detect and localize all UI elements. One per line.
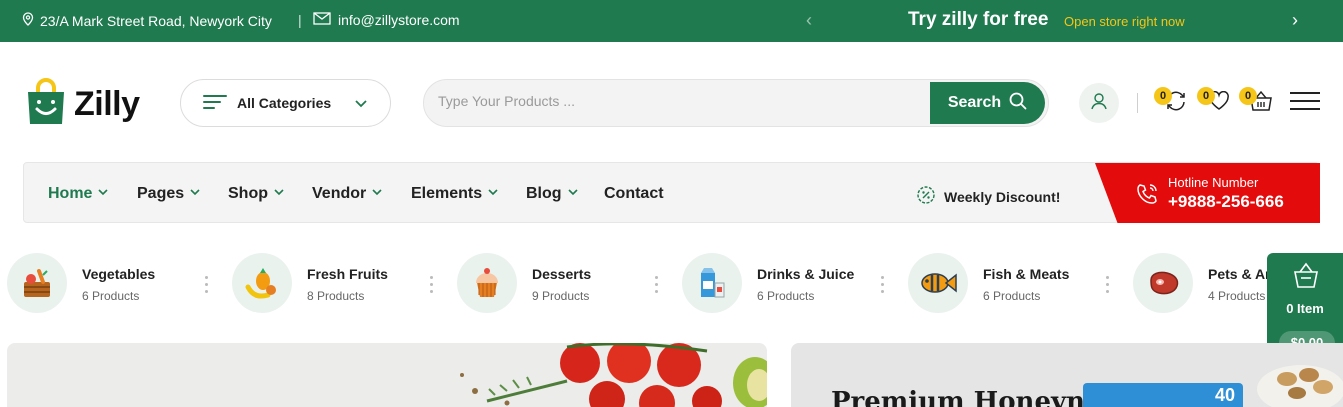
nuts-illustration: [1257, 365, 1343, 407]
promo-link[interactable]: Open store right now: [1064, 14, 1185, 29]
category-count: 8 Products: [307, 289, 365, 303]
menu-lines-icon: [203, 94, 227, 113]
category-count: 6 Products: [983, 289, 1041, 303]
nav-contact[interactable]: Contact: [604, 185, 664, 203]
chevron-down-icon: [273, 185, 285, 203]
category-divider: [429, 276, 433, 296]
shopping-bag-logo-icon: [24, 78, 68, 131]
cart-count-badge: 0: [1239, 87, 1257, 105]
wishlist-count-badge: 0: [1197, 87, 1215, 105]
category-divider: [204, 276, 208, 296]
promo-title: Try zilly for free: [908, 9, 1049, 30]
nav-shop[interactable]: Shop: [228, 185, 285, 203]
hero-banner-honeynuts[interactable]: Premium Honeynuts 40: [791, 343, 1343, 407]
category-name: Fish & Meats: [983, 266, 1070, 282]
nav-shop-label: Shop: [228, 185, 268, 202]
pack-badge: 40: [1214, 385, 1235, 405]
dessert-icon: [457, 253, 517, 313]
category-pets-animals[interactable]: Pets & Animals 4 Products: [1133, 253, 1267, 313]
chevron-down-icon: [487, 185, 499, 203]
basket-icon: [1293, 261, 1319, 294]
hotline-block[interactable]: Hotline Number +9888-256-666: [1095, 163, 1320, 223]
search-button-label: Search: [947, 94, 1002, 111]
category-count: 4 Products: [1208, 289, 1266, 303]
nav-vendor[interactable]: Vendor: [312, 185, 383, 203]
discount-badge-icon: [916, 185, 936, 208]
category-fish-meats[interactable]: Fish & Meats 6 Products: [908, 253, 1108, 313]
category-divider: [654, 276, 658, 296]
top-bar: 23/A Mark Street Road, Newyork City | in…: [0, 0, 1343, 42]
category-name: Pets & Animals: [1208, 266, 1267, 282]
drinks-icon: [682, 253, 742, 313]
category-count: 6 Products: [82, 289, 140, 303]
category-name: Desserts: [532, 266, 592, 282]
account-button[interactable]: [1079, 83, 1119, 123]
hotline-number[interactable]: +9888-256-666: [1168, 192, 1284, 212]
address-info: 23/A Mark Street Road, Newyork City: [22, 12, 272, 29]
search-bar: Search: [423, 79, 1049, 127]
hero-banner-vegetables[interactable]: [7, 343, 767, 407]
header-divider: [1137, 93, 1138, 113]
category-name: Vegetables: [82, 266, 156, 282]
vegetables-icon: [7, 253, 67, 313]
nav-home-label: Home: [48, 185, 93, 202]
all-categories-button[interactable]: All Categories: [180, 79, 391, 127]
email-info[interactable]: info@zillystore.com: [313, 12, 460, 28]
category-drinks-juice[interactable]: Drinks & Juice 6 Products: [682, 253, 882, 313]
category-name: Drinks & Juice: [757, 266, 855, 282]
user-icon: [1090, 92, 1108, 115]
hotline-label: Hotline Number: [1168, 175, 1259, 190]
logo[interactable]: Zilly: [24, 78, 140, 131]
chevron-down-icon: [97, 185, 109, 203]
nav-vendor-label: Vendor: [312, 185, 367, 202]
category-fresh-fruits[interactable]: Fresh Fruits 8 Products: [232, 253, 432, 313]
tomato-illustration: [460, 343, 767, 407]
search-icon: [1009, 92, 1027, 115]
hamburger-menu-icon[interactable]: [1290, 92, 1320, 112]
topbar-separator: |: [298, 12, 302, 28]
mail-icon: [313, 12, 331, 28]
category-count: 6 Products: [757, 289, 815, 303]
fish-icon: [908, 253, 968, 313]
category-vegetables[interactable]: Vegetables 6 Products: [7, 253, 207, 313]
address-text: 23/A Mark Street Road, Newyork City: [40, 12, 272, 29]
fruits-icon: [232, 253, 292, 313]
compare-count-badge: 0: [1154, 87, 1172, 105]
promo-next-icon[interactable]: ›: [1292, 10, 1298, 31]
weekly-discount-link[interactable]: Weekly Discount!: [916, 185, 1060, 208]
main-nav: Home Pages Shop Vendor Elements Blog Con…: [23, 162, 1320, 223]
nav-contact-label: Contact: [604, 185, 664, 202]
nav-elements-label: Elements: [411, 185, 483, 202]
honeynuts-pack-image: 40: [1083, 383, 1243, 407]
nav-elements[interactable]: Elements: [411, 185, 499, 203]
chevron-down-icon: [189, 185, 201, 203]
phone-icon: [1135, 182, 1159, 211]
search-button[interactable]: Search: [930, 82, 1045, 124]
search-input[interactable]: [438, 93, 918, 109]
category-desserts[interactable]: Desserts 9 Products: [457, 253, 657, 313]
location-icon: [22, 12, 34, 29]
nav-pages[interactable]: Pages: [137, 185, 201, 203]
chevron-down-icon: [567, 185, 579, 203]
floating-cart-items: 0 Item: [1286, 301, 1324, 316]
nav-pages-label: Pages: [137, 185, 185, 202]
all-categories-label: All Categories: [237, 95, 332, 111]
chevron-down-icon: [354, 93, 368, 116]
nav-home[interactable]: Home: [48, 185, 109, 203]
category-count: 9 Products: [532, 289, 590, 303]
category-divider: [1105, 276, 1109, 296]
logo-text: Zilly: [74, 85, 140, 123]
email-text[interactable]: info@zillystore.com: [338, 12, 460, 28]
category-divider: [880, 276, 884, 296]
weekly-discount-label: Weekly Discount!: [944, 188, 1061, 205]
chevron-down-icon: [371, 185, 383, 203]
category-name: Fresh Fruits: [307, 266, 388, 282]
meat-icon: [1133, 253, 1193, 313]
nav-blog[interactable]: Blog: [526, 185, 579, 203]
promo-prev-icon[interactable]: ‹: [806, 10, 812, 31]
nav-blog-label: Blog: [526, 185, 562, 202]
